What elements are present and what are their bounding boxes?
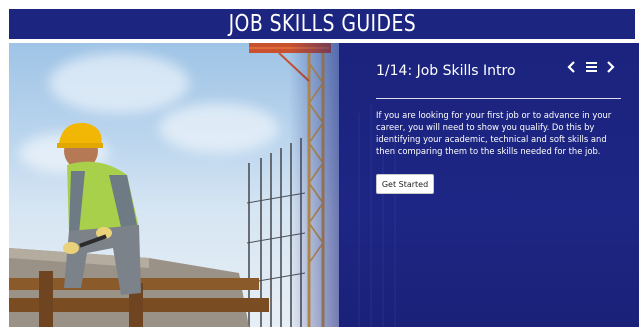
chevron-right-icon — [607, 61, 615, 73]
title-divider — [376, 98, 621, 99]
slide-body-text: If you are looking for your first job or… — [376, 110, 612, 156]
slide-title: 1/14: Job Skills Intro — [376, 63, 516, 79]
next-slide-button[interactable] — [601, 57, 619, 77]
slides-menu-button[interactable] — [582, 57, 600, 77]
get-started-button[interactable]: Get Started — [376, 174, 434, 194]
page-title: JOB SKILLS GUIDES — [228, 11, 416, 37]
menu-icon — [585, 62, 597, 72]
prev-slide-button[interactable] — [563, 57, 581, 77]
slide-stage: 1/14: Job Skills Intro If you are lookin… — [9, 43, 639, 327]
chevron-left-icon — [567, 61, 575, 73]
header-bar: JOB SKILLS GUIDES — [9, 9, 635, 39]
